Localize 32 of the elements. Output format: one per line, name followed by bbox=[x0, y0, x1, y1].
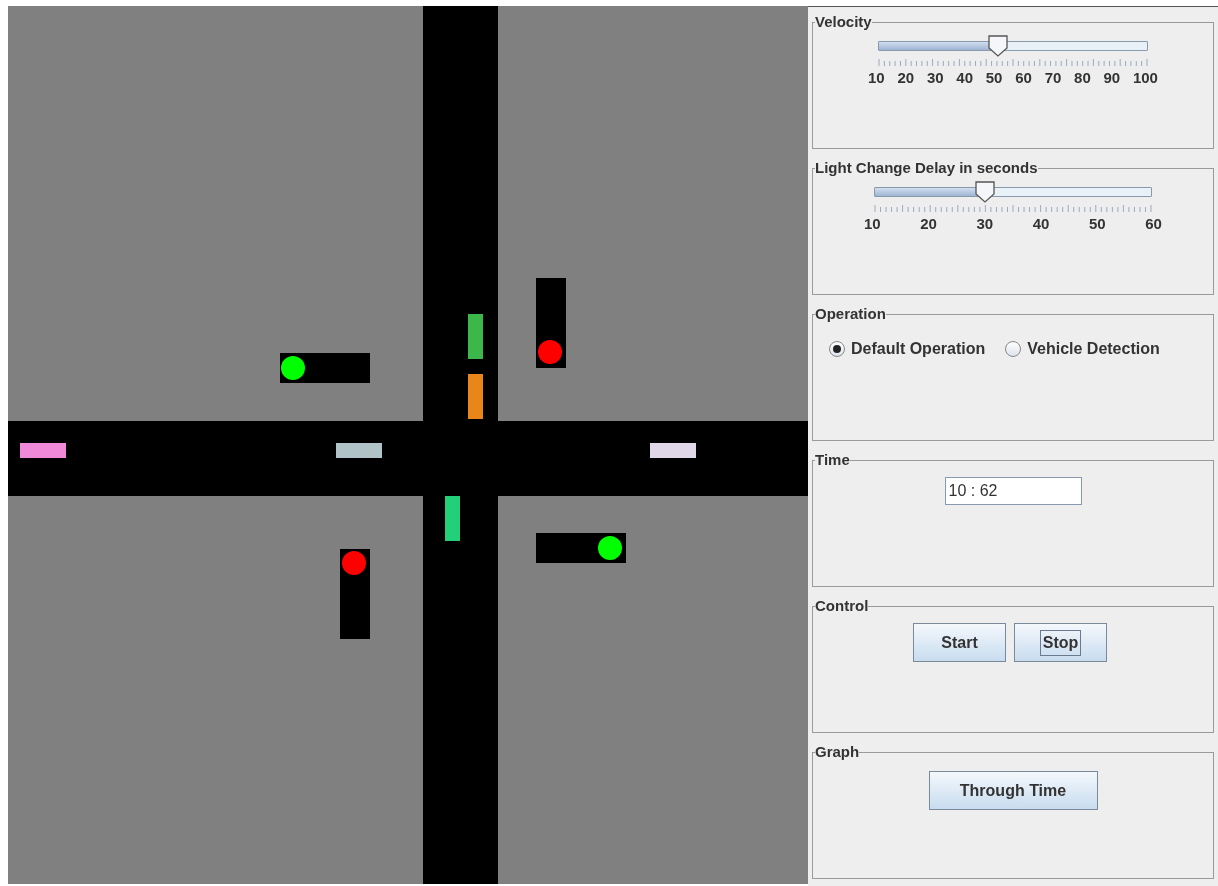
scale-label: 100 bbox=[1132, 69, 1158, 87]
scale-label: 50 bbox=[985, 69, 1003, 87]
scale-label: 30 bbox=[926, 69, 944, 87]
slider-thumb[interactable] bbox=[987, 34, 1009, 58]
scale-label: 60 bbox=[1015, 69, 1032, 87]
scale-label: 10 bbox=[868, 69, 885, 87]
group-title: Velocity bbox=[815, 13, 872, 31]
scale-label: 10 bbox=[864, 215, 881, 233]
group-title: Operation bbox=[815, 305, 886, 323]
radio-button[interactable] bbox=[829, 341, 845, 357]
scale-label: 40 bbox=[1032, 215, 1050, 233]
slider-thumb[interactable] bbox=[974, 180, 997, 204]
scale-label: 30 bbox=[976, 215, 994, 233]
scale-label: 90 bbox=[1103, 69, 1121, 87]
scale-label: 20 bbox=[897, 69, 915, 87]
push-button[interactable]: Stop bbox=[1014, 623, 1107, 662]
scale-label: 80 bbox=[1074, 69, 1091, 87]
group-title: Time bbox=[815, 451, 850, 469]
group-title: Control bbox=[815, 597, 869, 615]
scale-label: 60 bbox=[1145, 215, 1162, 233]
group-title: Graph bbox=[815, 743, 860, 761]
radio-button[interactable] bbox=[1005, 341, 1022, 357]
push-button[interactable]: Start bbox=[913, 623, 1006, 662]
time-field[interactable]: 10 : 62 bbox=[944, 477, 1082, 505]
scale-label: 70 bbox=[1044, 69, 1062, 87]
scale-label: 20 bbox=[920, 215, 937, 233]
scale-label: 40 bbox=[956, 69, 973, 87]
radio-option[interactable]: Default Operation bbox=[829, 337, 986, 361]
group-title: Light Change Delay in seconds bbox=[815, 159, 1038, 177]
scale-label: 50 bbox=[1089, 215, 1106, 233]
radio-option[interactable]: Vehicle Detection bbox=[1005, 337, 1160, 361]
push-button[interactable]: Through Time bbox=[928, 771, 1098, 810]
